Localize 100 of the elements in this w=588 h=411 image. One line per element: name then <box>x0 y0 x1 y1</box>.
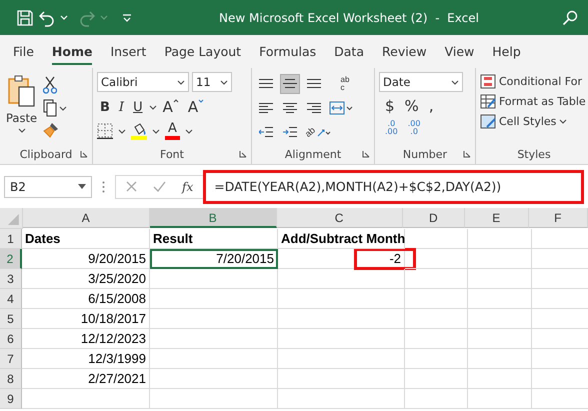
row-header[interactable]: 8 <box>0 369 22 389</box>
empty-cell <box>405 289 468 309</box>
row-header[interactable]: 5 <box>0 309 22 329</box>
column-header[interactable]: A <box>22 208 150 228</box>
indent-icon <box>283 126 297 138</box>
table-cell: 9/20/2015 <box>22 249 150 269</box>
formula-field[interactable]: =DATE(YEAR(A2),MONTH(A2)+$C$2,DAY(A2)) <box>203 170 584 204</box>
caret-icon <box>177 80 185 84</box>
grow-font-button[interactable]: A <box>160 98 182 116</box>
dialog-launcher-icon[interactable] <box>239 150 247 158</box>
number-format-dropdown[interactable]: Date <box>379 72 463 92</box>
table-cell: 12/12/2023 <box>22 329 150 349</box>
empty-cell <box>468 269 532 289</box>
font-family-dropdown[interactable]: Calibri <box>97 72 189 92</box>
row-header[interactable]: 9 <box>0 389 22 409</box>
font-color-button[interactable]: A <box>165 122 180 140</box>
insert-function-button[interactable]: fx <box>182 180 194 194</box>
ribbon-tab[interactable]: View <box>444 38 474 65</box>
group-label: Number <box>402 148 448 160</box>
scissors-icon[interactable] <box>43 76 58 94</box>
merge-icon <box>329 101 353 115</box>
wrap-text-button[interactable]: ab c <box>328 74 362 94</box>
ribbon-tab[interactable]: Data <box>334 38 364 65</box>
empty-cell <box>468 389 532 409</box>
styles-button[interactable]: Conditional For <box>480 74 588 89</box>
search-icon[interactable] <box>562 10 578 26</box>
column-header[interactable]: C <box>276 208 403 228</box>
row-header[interactable]: 7 <box>0 349 22 369</box>
row-header[interactable]: 2 <box>0 249 22 269</box>
window-title: New Microsoft Excel Worksheet (2) - Excel <box>218 10 480 24</box>
ribbon-tab[interactable]: Help <box>492 38 521 65</box>
ribbon-tab[interactable]: File <box>13 38 34 65</box>
column-header[interactable]: F <box>528 208 588 228</box>
increase-decimal-button[interactable]: .0 .00 <box>385 120 398 136</box>
dialog-launcher-icon[interactable] <box>80 150 88 158</box>
align-lines-icon <box>307 102 321 114</box>
empty-cell <box>405 349 468 369</box>
ribbon-tab[interactable]: Insert <box>110 38 146 65</box>
empty-cell <box>405 369 468 389</box>
caret-icon[interactable] <box>118 128 126 134</box>
orientation-button[interactable]: ab <box>304 122 362 142</box>
group-label: Clipboard <box>20 148 72 160</box>
font-size-dropdown[interactable]: 11 <box>192 72 232 92</box>
paste-button[interactable]: Paste <box>4 72 40 144</box>
table-cell: 2/27/2021 <box>22 369 150 389</box>
caret-icon <box>78 184 86 189</box>
caret-icon <box>198 99 204 103</box>
table-cell: Add/Subtract Month <box>278 229 405 249</box>
more-icon <box>102 180 105 192</box>
ribbon-tab[interactable]: Page Layout <box>164 38 242 65</box>
name-box[interactable]: B2 <box>4 176 92 198</box>
decrease-decimal-button[interactable]: .00 .0 <box>408 120 420 136</box>
font-style-button[interactable]: I <box>116 100 128 114</box>
caret-icon[interactable] <box>152 128 160 134</box>
caret-icon <box>451 80 459 84</box>
column-header[interactable]: B <box>150 208 277 228</box>
font-style-button[interactable]: B <box>97 100 113 114</box>
number-style-button[interactable]: , <box>428 97 434 115</box>
undo-icon[interactable] <box>38 8 56 26</box>
align-lines-icon <box>283 102 297 114</box>
column-header[interactable]: E <box>465 208 529 228</box>
align-button[interactable] <box>280 74 300 94</box>
row-header[interactable]: 1 <box>0 229 22 249</box>
group-label: Font <box>160 148 184 160</box>
caret-icon[interactable] <box>184 128 193 134</box>
styles-button[interactable]: Format as Table <box>480 94 588 109</box>
table-cell: 6/15/2008 <box>22 289 150 309</box>
empty-cell <box>405 309 468 329</box>
row-header[interactable]: 6 <box>0 329 22 349</box>
align-lines-icon <box>307 78 321 90</box>
brush-icon[interactable] <box>43 122 60 138</box>
shrink-font-button[interactable]: A <box>184 98 208 116</box>
ribbon-tab[interactable]: Formulas <box>259 38 316 65</box>
fill-color-icon[interactable] <box>131 122 147 140</box>
number-style-button[interactable]: % <box>404 97 419 115</box>
dialog-launcher-icon[interactable] <box>362 150 370 158</box>
cell-styles-icon <box>480 114 496 129</box>
save-icon[interactable] <box>16 8 34 26</box>
checkmark-icon[interactable] <box>153 181 166 192</box>
borders-icon[interactable] <box>97 123 113 139</box>
column-header[interactable]: D <box>402 208 466 228</box>
copy-icon[interactable] <box>43 99 68 117</box>
empty-cell <box>468 229 532 249</box>
table-cell: -2 <box>278 249 405 269</box>
styles-button[interactable]: Cell Styles <box>480 114 588 129</box>
dialog-launcher-icon[interactable] <box>463 150 471 158</box>
ribbon-tab[interactable]: Review <box>382 38 427 65</box>
row-header[interactable]: 3 <box>0 269 22 289</box>
empty-cell <box>468 309 532 329</box>
caret-icon[interactable] <box>148 104 157 110</box>
ribbon-tab[interactable]: Home <box>52 38 92 65</box>
font-style-button[interactable]: U <box>130 100 146 114</box>
row-header[interactable]: 4 <box>0 289 22 309</box>
empty-cell <box>468 329 532 349</box>
table-cell: Result <box>150 229 278 249</box>
conditional-format-icon <box>480 74 496 89</box>
customize-toolbar-icon[interactable] <box>122 14 132 22</box>
table-cell: 12/3/1999 <box>22 349 150 369</box>
number-style-button[interactable]: $ <box>385 97 395 115</box>
align-lines-icon <box>259 102 273 114</box>
